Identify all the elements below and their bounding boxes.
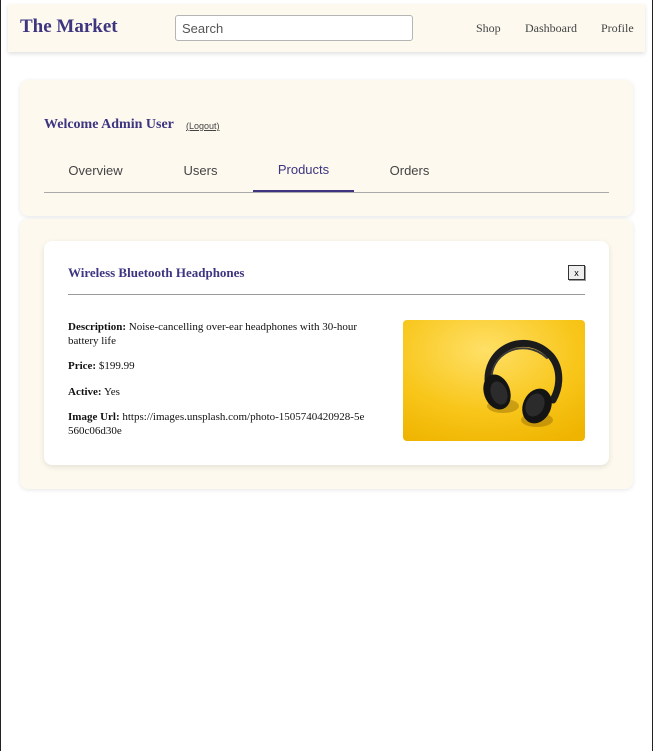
products-panel: Wireless Bluetooth Headphones x Descript… — [20, 219, 633, 489]
product-price: Price: $199.99 — [68, 359, 368, 373]
nav-profile-link[interactable]: Profile — [601, 21, 634, 36]
headphones-image — [403, 320, 585, 441]
product-image-url: Image Url: https://images.unsplash.com/p… — [68, 410, 368, 438]
product-active: Active: Yes — [68, 385, 368, 399]
image-url-label: Image Url: — [68, 411, 120, 423]
search-input[interactable] — [175, 15, 413, 41]
close-button[interactable]: x — [568, 265, 585, 280]
brand-logo[interactable]: The Market — [20, 16, 118, 38]
active-value: Yes — [103, 386, 120, 398]
dashboard-tabs: Overview Users Products Orders — [44, 154, 609, 193]
divider — [68, 294, 585, 295]
price-value: $199.99 — [98, 360, 135, 372]
description-label: Description: — [68, 321, 127, 333]
price-label: Price: — [68, 360, 97, 372]
tab-products[interactable]: Products — [253, 154, 354, 192]
product-detail-card: Wireless Bluetooth Headphones x Descript… — [44, 241, 609, 465]
tab-overview[interactable]: Overview — [44, 154, 147, 192]
welcome-message: Welcome Admin User — [44, 117, 174, 132]
dashboard-header-card: Welcome Admin User (Logout) Overview Use… — [20, 80, 633, 216]
tab-users[interactable]: Users — [149, 154, 252, 192]
product-title: Wireless Bluetooth Headphones — [68, 265, 245, 280]
logout-link[interactable]: (Logout) — [186, 121, 220, 131]
top-nav-bar: The Market Shop Dashboard Profile — [8, 4, 645, 52]
nav-shop-link[interactable]: Shop — [476, 21, 501, 36]
product-description: Description: Noise-cancelling over-ear h… — [68, 320, 368, 348]
active-label: Active: — [68, 386, 102, 398]
nav-dashboard-link[interactable]: Dashboard — [525, 21, 577, 36]
headphones-icon — [403, 320, 585, 441]
tab-orders[interactable]: Orders — [358, 154, 461, 192]
